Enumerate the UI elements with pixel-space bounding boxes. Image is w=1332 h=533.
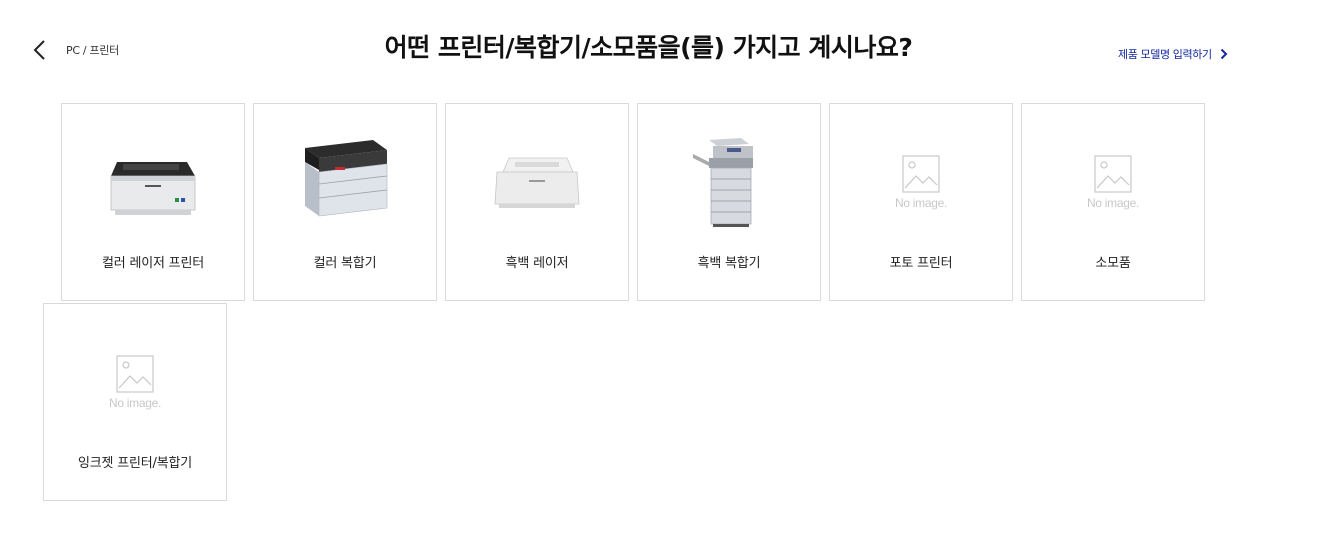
category-label: 소모품 — [1095, 256, 1131, 271]
category-card-color-multifunction[interactable]: 컬러 복합기 — [253, 103, 437, 301]
chevron-right-icon — [1220, 48, 1228, 60]
mono-laser-image — [446, 134, 628, 230]
image-placeholder-icon — [902, 154, 940, 193]
category-label: 포토 프린터 — [889, 256, 953, 271]
category-card-color-laser-printer[interactable]: 컬러 레이저 프린터 — [61, 103, 245, 301]
no-image-text: No image. — [895, 195, 947, 210]
category-card-supplies[interactable]: No image. 소모품 — [1021, 103, 1205, 301]
category-label: 흑백 복합기 — [697, 256, 761, 271]
no-image-text: No image. — [1087, 195, 1139, 210]
color-laser-printer-image — [62, 134, 244, 230]
category-label: 컬러 레이저 프린터 — [102, 256, 204, 271]
image-placeholder-icon — [1094, 154, 1132, 193]
no-image-placeholder: No image. — [830, 134, 1012, 230]
category-card-mono-laser[interactable]: 흑백 레이저 — [445, 103, 629, 301]
color-multifunction-image — [254, 134, 436, 230]
category-card-inkjet[interactable]: No image. 잉크젯 프린터/복합기 — [43, 303, 227, 501]
enter-model-name-label: 제품 모델명 입력하기 — [1118, 48, 1212, 61]
no-image-placeholder: No image. — [44, 334, 226, 430]
category-label: 컬러 복합기 — [313, 256, 377, 271]
category-card-mono-multifunction[interactable]: 흑백 복합기 — [637, 103, 821, 301]
enter-model-name-link[interactable]: 제품 모델명 입력하기 — [1118, 46, 1228, 62]
category-label: 흑백 레이저 — [505, 256, 569, 271]
image-placeholder-icon — [116, 354, 154, 393]
category-label: 잉크젯 프린터/복합기 — [78, 456, 192, 471]
no-image-placeholder: No image. — [1022, 134, 1204, 230]
no-image-text: No image. — [109, 395, 161, 410]
category-card-photo-printer[interactable]: No image. 포토 프린터 — [829, 103, 1013, 301]
mono-multifunction-image — [638, 134, 820, 230]
